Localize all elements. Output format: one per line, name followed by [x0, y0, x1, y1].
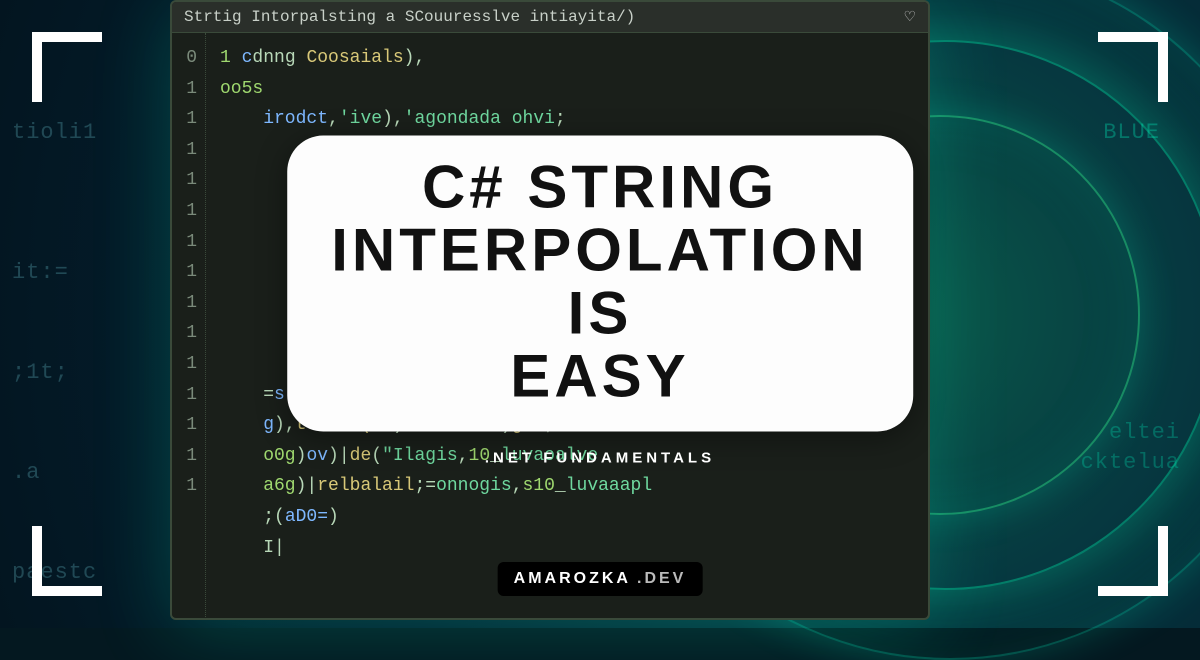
deco-text: BLUE — [1103, 120, 1160, 145]
title-block: C# STRING INTERPOLATION IS EASY .NET FUN… — [287, 136, 913, 467]
editor-titlebar: Strtig Intorpalsting a SCouuresslve inti… — [172, 2, 928, 33]
brand-suffix: .DEV — [637, 570, 686, 588]
brand-badge: AMAROZKA .DEV — [498, 562, 703, 596]
title-line: EASY — [331, 345, 869, 408]
heart-icon: ♡ — [903, 9, 916, 26]
frame-corner — [1098, 526, 1168, 596]
line-number-gutter: 011111111111111 — [172, 33, 206, 617]
deco-text: it:= — [12, 260, 69, 285]
title-line: C# STRING — [331, 156, 869, 219]
title-card: C# STRING INTERPOLATION IS EASY — [287, 136, 913, 432]
deco-text: ;1t; — [12, 360, 69, 385]
deco-text: cktelua — [1081, 450, 1180, 475]
brand-name: AMAROZKA — [514, 570, 631, 588]
deco-text: .a — [12, 460, 40, 485]
deco-text: tioli1 — [12, 120, 97, 145]
title-line: INTERPOLATION IS — [331, 219, 869, 345]
subtitle: .NET FUNDAMENTALS — [287, 450, 913, 467]
frame-corner — [32, 32, 102, 102]
deco-text: eltei — [1109, 420, 1180, 445]
editor-title-text: Strtig Intorpalsting a SCouuresslve inti… — [184, 8, 635, 26]
frame-corner — [1098, 32, 1168, 102]
frame-corner — [32, 526, 102, 596]
